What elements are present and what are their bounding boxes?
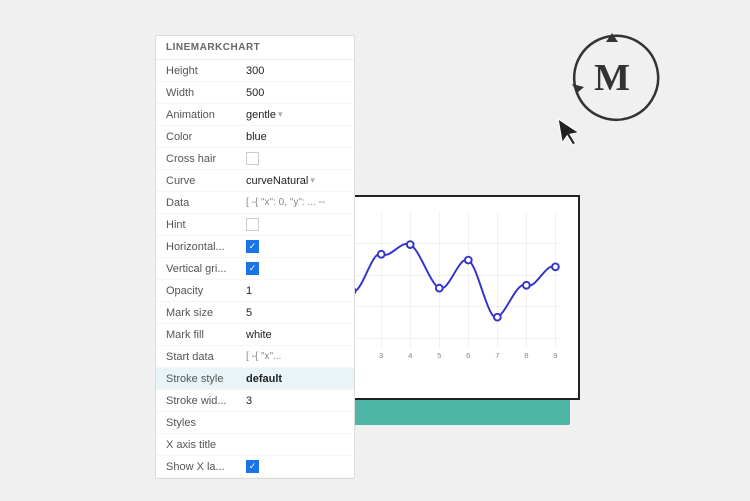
label-horizontal: Horizontal... (166, 241, 246, 253)
properties-panel: LINEMARKCHART Height 300 Width 500 Anima… (155, 35, 355, 479)
value-mark-size[interactable]: 5 (246, 307, 344, 319)
data-point-7 (494, 314, 501, 321)
label-mark-size: Mark size (166, 307, 246, 319)
label-stroke-width: Stroke wid... (166, 395, 246, 407)
checkbox-horizontal[interactable]: ✓ (246, 240, 259, 253)
panel-header: LINEMARKCHART (156, 36, 354, 60)
label-vertical-grid: Vertical gri... (166, 263, 246, 275)
property-row-width: Width 500 (156, 82, 354, 104)
property-row-color: Color blue (156, 126, 354, 148)
value-width[interactable]: 500 (246, 87, 344, 99)
chevron-down-icon-2: ▾ (310, 175, 315, 186)
label-show-x-labels: Show X la... (166, 461, 246, 473)
checkbox-vertical-grid[interactable]: ✓ (246, 262, 259, 275)
property-row-stroke-width: Stroke wid... 3 (156, 390, 354, 412)
label-curve: Curve (166, 175, 246, 187)
label-start-data: Start data (166, 351, 246, 363)
chevron-down-icon: ▾ (278, 109, 283, 120)
value-stroke-style[interactable]: default (246, 373, 344, 385)
label-x-axis-title: X axis title (166, 439, 246, 451)
property-row-mark-fill: Mark fill white (156, 324, 354, 346)
svg-text:6: 6 (466, 351, 470, 360)
data-point-5 (436, 285, 443, 292)
property-row-crosshair: Cross hair (156, 148, 354, 170)
property-row-mark-size: Mark size 5 (156, 302, 354, 324)
label-height: Height (166, 65, 246, 77)
svg-text:7: 7 (495, 351, 499, 360)
arrow-bottom-icon (572, 84, 584, 93)
svg-text:8: 8 (524, 351, 528, 360)
label-crosshair: Cross hair (166, 153, 246, 165)
value-stroke-width[interactable]: 3 (246, 395, 344, 407)
property-row-hint: Hint (156, 214, 354, 236)
label-mark-fill: Mark fill (166, 329, 246, 341)
checkbox-crosshair[interactable] (246, 152, 259, 165)
data-point-6 (465, 257, 472, 264)
property-row-height: Height 300 (156, 60, 354, 82)
property-row-stroke-style: Stroke style default (156, 368, 354, 390)
label-opacity: Opacity (166, 285, 246, 297)
value-curve[interactable]: curveNatural ▾ (246, 175, 344, 187)
label-hint: Hint (166, 219, 246, 231)
property-row-data: Data [ -{ "x": 0, "y": ... -- (156, 192, 354, 214)
data-point-4 (407, 241, 414, 248)
value-height[interactable]: 300 (246, 65, 344, 77)
label-styles: Styles (166, 417, 246, 429)
property-row-show-x-labels: Show X la... ✓ (156, 456, 354, 478)
value-color[interactable]: blue (246, 131, 344, 143)
label-animation: Animation (166, 109, 246, 121)
value-animation[interactable]: gentle ▾ (246, 109, 344, 121)
property-row-horizontal: Horizontal... ✓ (156, 236, 354, 258)
property-row-x-axis-title: X axis title (156, 434, 354, 456)
svg-text:3: 3 (379, 351, 383, 360)
label-color: Color (166, 131, 246, 143)
value-opacity[interactable]: 1 (246, 285, 344, 297)
property-row-animation: Animation gentle ▾ (156, 104, 354, 126)
value-data[interactable]: [ -{ "x": 0, "y": ... -- (246, 197, 344, 208)
label-stroke-style: Stroke style (166, 373, 246, 385)
svg-text:5: 5 (437, 351, 441, 360)
svg-text:4: 4 (408, 351, 413, 360)
property-row-start-data: Start data [ -{ "x"... (156, 346, 354, 368)
label-width: Width (166, 87, 246, 99)
data-point-8 (523, 282, 530, 289)
svg-text:9: 9 (553, 351, 557, 360)
property-row-styles: Styles (156, 412, 354, 434)
logo-letter: M (594, 57, 630, 99)
label-data: Data (166, 197, 246, 209)
checkbox-hint[interactable] (246, 218, 259, 231)
property-row-curve: Curve curveNatural ▾ (156, 170, 354, 192)
value-mark-fill[interactable]: white (246, 329, 344, 341)
property-row-opacity: Opacity 1 (156, 280, 354, 302)
property-row-vertical-grid: Vertical gri... ✓ (156, 258, 354, 280)
checkbox-show-x-labels[interactable]: ✓ (246, 460, 259, 473)
data-point-3 (378, 251, 385, 258)
data-point-9 (552, 263, 559, 270)
value-start-data[interactable]: [ -{ "x"... (246, 351, 344, 362)
